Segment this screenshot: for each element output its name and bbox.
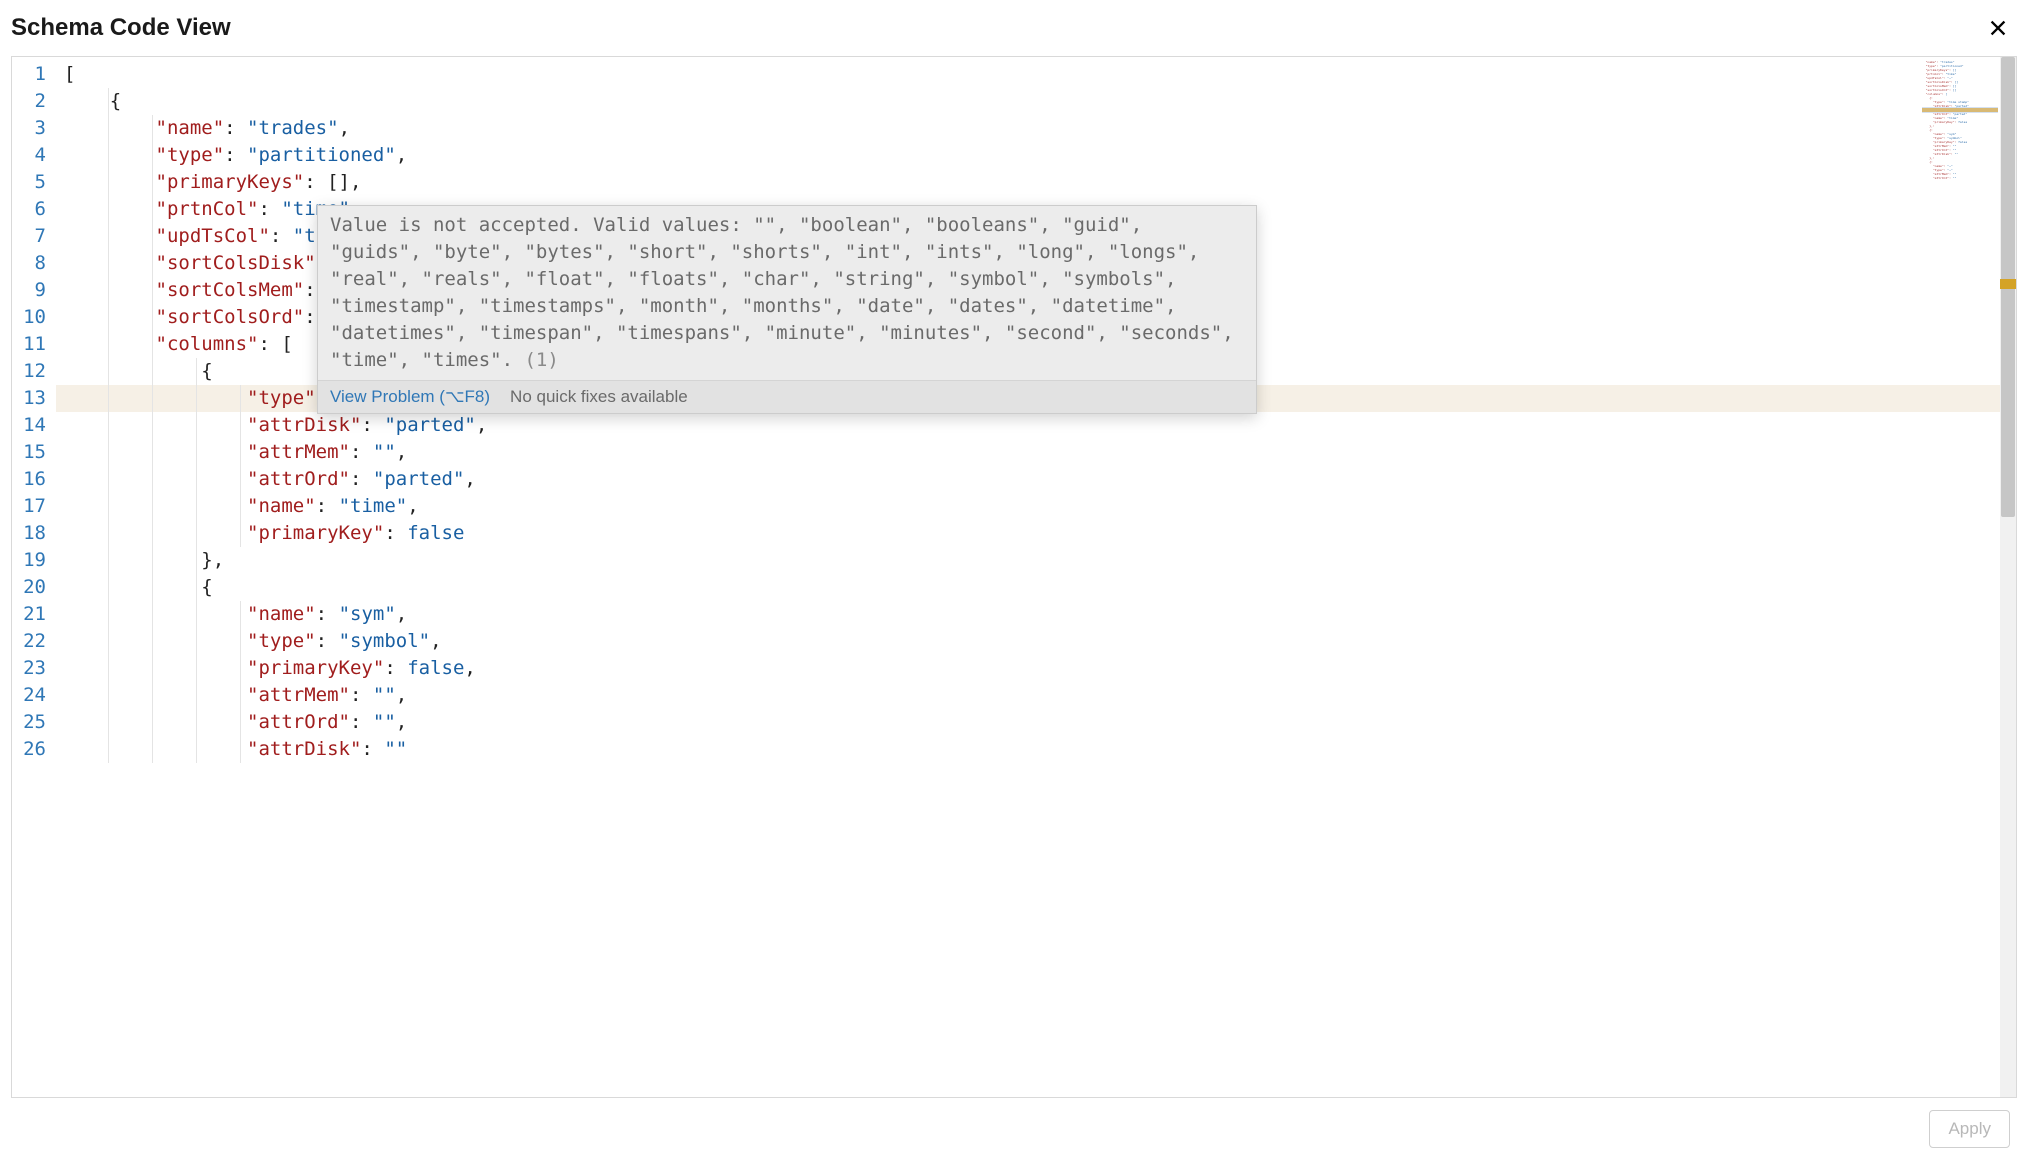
code-editor[interactable]: 1234567891011121314151617181920212223242… (11, 56, 2017, 1098)
line-number: 24 (12, 682, 46, 709)
code-line[interactable]: "primaryKey": false, (56, 655, 2016, 682)
code-line[interactable]: "attrOrd": "", (56, 709, 2016, 736)
line-number: 22 (12, 628, 46, 655)
code-line[interactable]: "attrMem": "", (56, 439, 2016, 466)
line-number: 14 (12, 412, 46, 439)
code-line[interactable]: { (56, 88, 2016, 115)
line-number: 8 (12, 250, 46, 277)
code-line[interactable]: [ (56, 61, 2016, 88)
line-number: 6 (12, 196, 46, 223)
code-line[interactable]: { (56, 574, 2016, 601)
line-number: 23 (12, 655, 46, 682)
code-line[interactable]: "name": "trades", (56, 115, 2016, 142)
code-line[interactable]: }, (56, 547, 2016, 574)
code-line[interactable]: "attrMem": "", (56, 682, 2016, 709)
view-problem-link[interactable]: View Problem (⌥F8) (330, 387, 490, 407)
line-number: 18 (12, 520, 46, 547)
line-number: 5 (12, 169, 46, 196)
line-number: 9 (12, 277, 46, 304)
line-number: 15 (12, 439, 46, 466)
code-line[interactable]: "type": "partitioned", (56, 142, 2016, 169)
line-number: 16 (12, 466, 46, 493)
code-line[interactable]: "attrDisk": "" (56, 736, 2016, 763)
error-message: Value is not accepted. Valid values: "",… (318, 206, 1256, 380)
error-hover-tooltip: Value is not accepted. Valid values: "",… (317, 205, 1257, 414)
apply-button[interactable]: Apply (1929, 1110, 2010, 1148)
line-number: 4 (12, 142, 46, 169)
line-number: 25 (12, 709, 46, 736)
close-icon[interactable] (1986, 16, 2010, 40)
line-number: 26 (12, 736, 46, 763)
dialog-header: Schema Code View (0, 0, 2028, 56)
line-number: 12 (12, 358, 46, 385)
line-number: 11 (12, 331, 46, 358)
code-line[interactable]: "type": "symbol", (56, 628, 2016, 655)
line-number: 7 (12, 223, 46, 250)
line-number: 19 (12, 547, 46, 574)
line-number: 17 (12, 493, 46, 520)
code-line[interactable]: "name": "sym", (56, 601, 2016, 628)
line-number: 1 (12, 61, 46, 88)
editor-scrollbar[interactable] (2000, 57, 2016, 1097)
line-number: 2 (12, 88, 46, 115)
code-line[interactable]: "primaryKeys": [], (56, 169, 2016, 196)
line-number: 10 (12, 304, 46, 331)
hover-action-bar: View Problem (⌥F8) No quick fixes availa… (318, 380, 1256, 413)
line-number: 3 (12, 115, 46, 142)
scrollbar-warning-marker[interactable] (2000, 279, 2016, 289)
code-line[interactable]: "name": "time", (56, 493, 2016, 520)
code-line[interactable]: "attrDisk": "parted", (56, 412, 2016, 439)
no-fixes-label: No quick fixes available (510, 387, 688, 407)
line-number: 13 (12, 385, 46, 412)
dialog-footer: Apply (0, 1098, 2028, 1162)
minimap[interactable]: "name": "trades" "type": "partitioned" "… (1922, 60, 1998, 210)
line-number: 21 (12, 601, 46, 628)
line-number-gutter: 1234567891011121314151617181920212223242… (12, 57, 56, 1097)
dialog-title: Schema Code View (11, 14, 231, 42)
code-line[interactable]: "primaryKey": false (56, 520, 2016, 547)
code-line[interactable]: "attrOrd": "parted", (56, 466, 2016, 493)
line-number: 20 (12, 574, 46, 601)
